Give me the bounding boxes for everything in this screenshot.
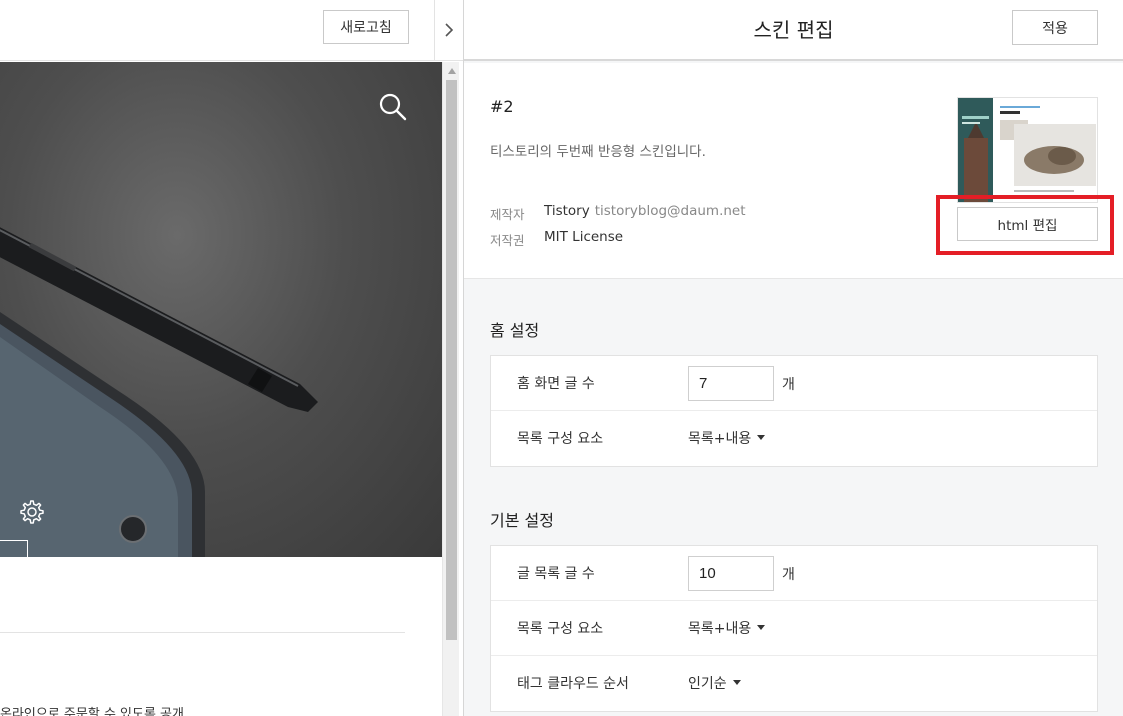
- skin-description: 티스토리의 두번째 반응형 스킨입니다.: [490, 144, 706, 160]
- preview-post-excerpt[interactable]: 온라인으로 주문할 수 있도록 공개: [0, 703, 184, 716]
- tag-cloud-order-row: 태그 클라우드 순서 인기순: [491, 656, 1097, 711]
- home-list-elements-dropdown[interactable]: 목록+내용: [688, 428, 766, 448]
- skin-thumbnail-image: [958, 98, 1096, 202]
- home-list-elements-label: 목록 구성 요소: [517, 431, 604, 447]
- basic-settings-card: 글 목록 글 수 개 목록 구성 요소 목록+내용 태그 클라우드 순서 인기순: [490, 545, 1098, 712]
- skin-info-card: #2 티스토리의 두번째 반응형 스킨입니다. 제작자 Tistory tisto…: [464, 63, 1123, 279]
- list-post-count-input[interactable]: [688, 556, 774, 591]
- license-label: 저작권: [490, 233, 525, 248]
- apply-button[interactable]: 적용: [1012, 10, 1098, 45]
- scroll-up-button[interactable]: [443, 62, 460, 79]
- tag-cloud-order-dropdown[interactable]: 인기순: [688, 673, 741, 693]
- collapse-preview-toggle[interactable]: [434, 0, 463, 61]
- home-settings-card: 홈 화면 글 수 개 목록 구성 요소 목록+내용: [490, 355, 1098, 467]
- search-icon[interactable]: [378, 92, 408, 122]
- caret-down-icon: [757, 624, 766, 630]
- list-post-count-label: 글 목록 글 수: [517, 566, 595, 582]
- home-post-count-unit: 개: [782, 377, 795, 393]
- preview-toolbar: 새로고침: [0, 0, 434, 61]
- author-label: 제작자: [490, 207, 525, 222]
- home-list-elements-value: 목록+내용: [688, 431, 752, 447]
- home-post-count-row: 홈 화면 글 수 개: [491, 356, 1097, 411]
- preview-frame: 온라인으로 주문할 수 있도록 공개: [0, 62, 442, 716]
- scroll-up-arrow-icon: [447, 67, 456, 74]
- preview-divider: [0, 632, 405, 633]
- chevron-right-icon: [445, 23, 454, 37]
- preview-scrollbar[interactable]: [442, 62, 459, 716]
- list-post-count-unit: 개: [782, 567, 795, 583]
- refresh-button[interactable]: 새로고침: [323, 10, 409, 44]
- tag-cloud-order-value: 인기순: [688, 676, 727, 692]
- basic-settings-title: 기본 설정: [490, 511, 554, 530]
- tag-cloud-order-label: 태그 클라우드 순서: [517, 676, 629, 692]
- home-settings-title: 홈 설정: [490, 321, 540, 340]
- home-list-elements-row: 목록 구성 요소 목록+내용: [491, 411, 1097, 466]
- home-post-count-input[interactable]: [688, 366, 774, 401]
- settings-header: 스킨 편집 적용: [464, 0, 1123, 61]
- skin-thumbnail: [957, 97, 1098, 203]
- list-elements-dropdown[interactable]: 목록+내용: [688, 618, 766, 638]
- hero-corner-mark: [0, 540, 28, 557]
- preview-post-thumbnail[interactable]: [255, 698, 375, 716]
- caret-down-icon: [732, 679, 741, 685]
- list-elements-value: 목록+내용: [688, 621, 752, 637]
- preview-pane: 새로고침 온라인으로 주문할 수 있도록 공개: [0, 0, 463, 716]
- gear-icon[interactable]: [18, 499, 44, 525]
- author-name: Tistory: [544, 203, 590, 219]
- html-edit-button[interactable]: html 편집: [957, 207, 1098, 241]
- author-value: Tistory tistoryblog@daum.net: [544, 203, 746, 219]
- scroll-thumb[interactable]: [446, 80, 457, 640]
- author-email[interactable]: tistoryblog@daum.net: [595, 203, 746, 219]
- caret-down-icon: [757, 434, 766, 440]
- hero-image: [0, 62, 442, 557]
- skin-name: #2: [490, 97, 514, 116]
- list-elements-label: 목록 구성 요소: [517, 621, 604, 637]
- home-post-count-label: 홈 화면 글 수: [517, 376, 595, 392]
- skin-editor-window: 새로고침 온라인으로 주문할 수 있도록 공개 스킨 편집 적용 #2 티스토리…: [0, 0, 1123, 716]
- list-elements-row: 목록 구성 요소 목록+내용: [491, 601, 1097, 656]
- license-value: MIT License: [544, 229, 624, 245]
- hero-photo: [0, 227, 318, 557]
- skin-settings-pane: 스킨 편집 적용 #2 티스토리의 두번째 반응형 스킨입니다. 제작자 Tis…: [464, 0, 1123, 716]
- list-post-count-row: 글 목록 글 수 개: [491, 546, 1097, 601]
